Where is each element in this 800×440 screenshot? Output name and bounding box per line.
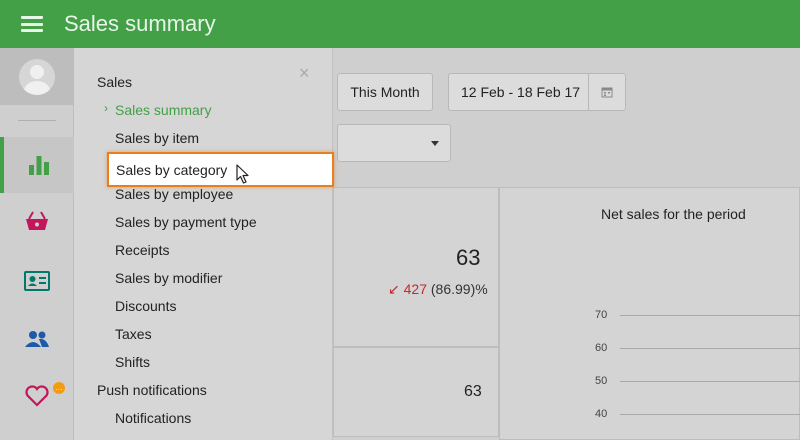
top-app-bar: Sales summary <box>0 0 800 48</box>
menu-section-push-notifications[interactable]: Push notifications <box>97 382 207 398</box>
gridline <box>620 414 800 415</box>
menu-item-shifts[interactable]: Shifts <box>115 354 150 370</box>
y-tick-40: 40 <box>595 408 608 420</box>
rail-divider <box>18 120 56 121</box>
icon-rail: … <box>0 48 74 440</box>
gridline <box>620 381 800 382</box>
menu-item-sales-summary[interactable]: Sales summary <box>115 102 211 118</box>
menu-item-sales-by-employee[interactable]: Sales by employee <box>115 186 233 202</box>
filter-dropdown[interactable] <box>337 124 451 162</box>
y-tick-60: 60 <box>595 342 608 354</box>
menu-section-sales[interactable]: Sales <box>97 74 132 90</box>
rail-item-reports[interactable] <box>0 137 74 193</box>
date-range-picker[interactable]: 12 Feb - 18 Feb 17 <box>448 73 626 111</box>
y-tick-50: 50 <box>595 375 608 387</box>
menu-item-discounts[interactable]: Discounts <box>115 298 176 314</box>
mouse-cursor-icon <box>236 164 249 184</box>
y-tick-70: 70 <box>595 309 608 321</box>
calendar-icon <box>601 87 613 98</box>
second-value: 63 <box>464 383 482 400</box>
rail-item-loyalty[interactable]: … <box>0 368 74 424</box>
change-amount: 427 <box>403 281 427 297</box>
rail-item-items[interactable] <box>0 193 74 249</box>
basket-icon <box>26 211 48 230</box>
gridline <box>620 348 800 349</box>
reports-icon <box>29 156 49 175</box>
avatar-area[interactable] <box>0 48 74 105</box>
caret-down-icon <box>431 141 439 146</box>
rail-item-customers[interactable] <box>0 311 74 367</box>
page-title: Sales summary <box>64 11 216 36</box>
chart-card <box>499 187 800 440</box>
change-percent: (86.99)% <box>430 281 488 297</box>
menu-item-sales-by-item[interactable]: Sales by item <box>115 130 199 146</box>
avatar[interactable] <box>19 58 55 95</box>
close-icon[interactable]: × <box>299 64 310 82</box>
period-button[interactable]: This Month <box>337 73 433 111</box>
down-arrow-icon: ↙ <box>388 281 400 297</box>
menu-item-taxes[interactable]: Taxes <box>115 326 152 342</box>
rail-item-employees[interactable] <box>0 253 74 309</box>
gridline <box>620 315 800 316</box>
menu-item-sales-by-category[interactable]: Sales by category <box>107 152 334 187</box>
menu-item-notifications[interactable]: Notifications <box>115 410 191 426</box>
employee-card-icon <box>24 271 50 291</box>
reports-drawer: × Sales › Sales summary Sales by item Sa… <box>74 48 333 440</box>
menu-item-receipts[interactable]: Receipts <box>115 242 169 258</box>
notification-badge: … <box>53 382 65 394</box>
menu-item-sales-by-payment-type[interactable]: Sales by payment type <box>115 214 257 230</box>
hamburger-menu-icon[interactable] <box>21 16 43 32</box>
gross-sales-change: ↙ 427 (86.99)% <box>388 281 488 298</box>
picker-divider <box>588 74 589 110</box>
menu-item-label: Sales by category <box>116 161 228 178</box>
chevron-right-icon: › <box>104 101 108 115</box>
customers-icon <box>25 331 49 347</box>
gross-sales-value: 63 <box>456 245 481 270</box>
chart-title: Net sales for the period <box>601 206 746 222</box>
menu-item-sales-by-modifier[interactable]: Sales by modifier <box>115 270 222 286</box>
loyalty-heart-icon <box>25 385 49 407</box>
date-range-text: 12 Feb - 18 Feb 17 <box>461 84 581 100</box>
